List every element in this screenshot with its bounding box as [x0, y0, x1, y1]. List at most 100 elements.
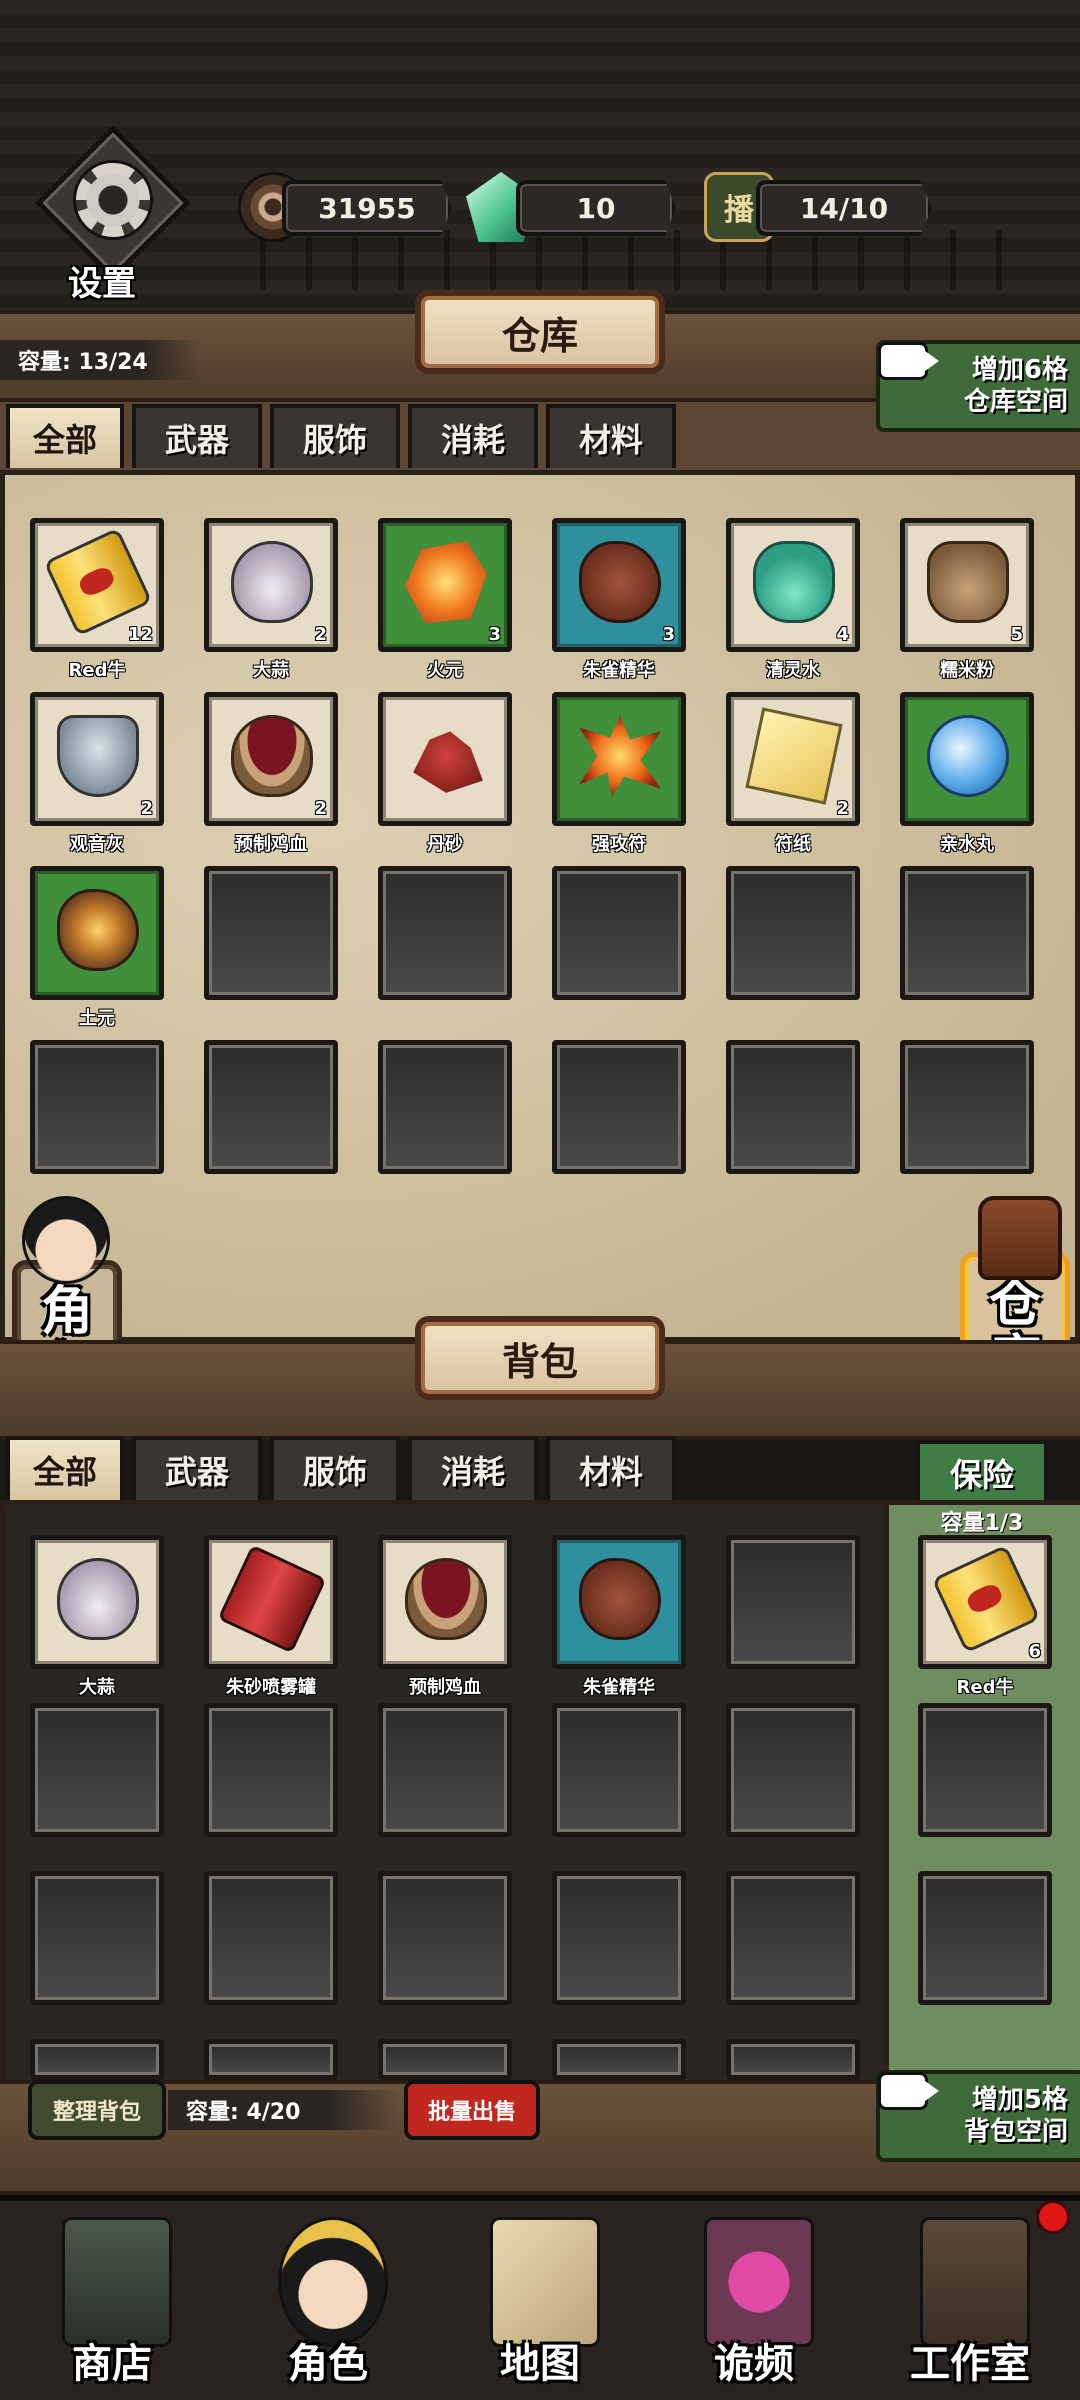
- empty-slot[interactable]: [726, 1040, 860, 1174]
- nav-character-label: 角色: [288, 2341, 368, 2387]
- nav-map[interactable]: 地图: [450, 2201, 630, 2400]
- empty-slot[interactable]: [204, 2039, 338, 2080]
- empty-slot[interactable]: [918, 1703, 1052, 1837]
- paper-icon: [745, 707, 843, 805]
- item-name: 预制鸡血: [409, 1677, 481, 1698]
- item-slot[interactable]: [204, 1535, 338, 1669]
- nav-weird-frequency-label: 诡频: [714, 2341, 794, 2387]
- empty-slot[interactable]: [204, 1871, 338, 2005]
- item-quantity: 3: [662, 624, 675, 645]
- empty-slot[interactable]: [378, 866, 512, 1000]
- batch-sell-button[interactable]: 批量出售: [404, 2080, 540, 2140]
- tab-apparel[interactable]: 服饰: [270, 404, 400, 468]
- empty-slot[interactable]: [204, 1703, 338, 1837]
- empty-slot[interactable]: [378, 1040, 512, 1174]
- item-quantity: 4: [836, 624, 849, 645]
- item-name: 朱雀精华: [583, 660, 655, 681]
- blood-bowl-icon: [405, 1558, 487, 1640]
- empty-slot[interactable]: [552, 2039, 686, 2080]
- empty-slot[interactable]: [552, 866, 686, 1000]
- tab-all[interactable]: 全部: [6, 1436, 124, 1500]
- settings-label: 设置: [68, 264, 136, 304]
- warehouse-capacity: 容量: 13/24: [0, 340, 200, 380]
- item-slot[interactable]: 4: [726, 518, 860, 652]
- item-quantity: 6: [1028, 1641, 1041, 1662]
- empty-slot[interactable]: [552, 1871, 686, 2005]
- tab-consumables[interactable]: 消耗: [408, 404, 538, 468]
- empty-slot[interactable]: [30, 1703, 164, 1837]
- item-slot[interactable]: [552, 692, 686, 826]
- nav-weird-frequency[interactable]: 诡频: [664, 2201, 844, 2400]
- tab-safe[interactable]: 保险: [916, 1440, 1048, 1502]
- nav-studio[interactable]: 工作室: [880, 2201, 1060, 2400]
- item-slot[interactable]: 2: [30, 692, 164, 826]
- item-slot[interactable]: [378, 692, 512, 826]
- walnut-icon: [579, 541, 661, 623]
- empty-slot[interactable]: [552, 1040, 686, 1174]
- item-slot[interactable]: 3: [378, 518, 512, 652]
- empty-slot[interactable]: [918, 1871, 1052, 2005]
- item-slot[interactable]: 2: [726, 692, 860, 826]
- empty-slot[interactable]: [378, 1871, 512, 2005]
- item-name: 火元: [427, 660, 463, 681]
- item-slot[interactable]: [30, 866, 164, 1000]
- blood-bowl-icon: [231, 715, 313, 797]
- tab-weapons[interactable]: 武器: [132, 1436, 262, 1500]
- nav-character[interactable]: 角色: [238, 2201, 418, 2400]
- empty-slot[interactable]: [378, 2039, 512, 2080]
- item-name: 大蒜: [79, 1677, 115, 1698]
- tab-consumables[interactable]: 消耗: [408, 1436, 538, 1500]
- empty-slot[interactable]: [726, 866, 860, 1000]
- empty-slot[interactable]: [30, 2039, 164, 2080]
- empty-slot[interactable]: [726, 1535, 860, 1669]
- warehouse-title: 仓库: [415, 290, 665, 374]
- backpack-tabs: 全部 武器 服饰 消耗 材料: [6, 1436, 676, 1500]
- empty-slot[interactable]: [378, 1703, 512, 1837]
- item-name: 土元: [79, 1008, 115, 1029]
- item-slot[interactable]: 6: [918, 1535, 1052, 1669]
- incense-urn-icon: [57, 715, 139, 797]
- nav-shop[interactable]: 商店: [22, 2201, 202, 2400]
- item-slot[interactable]: 3: [552, 518, 686, 652]
- item-slot[interactable]: 12: [30, 518, 164, 652]
- character-icon: [278, 2217, 388, 2347]
- empty-slot[interactable]: [900, 866, 1034, 1000]
- empty-slot[interactable]: [552, 1703, 686, 1837]
- tab-all[interactable]: 全部: [6, 404, 124, 468]
- empty-slot[interactable]: [204, 1040, 338, 1174]
- item-slot[interactable]: 2: [204, 692, 338, 826]
- nav-map-label: 地图: [500, 2341, 580, 2387]
- empty-slot[interactable]: [726, 1871, 860, 2005]
- item-slot[interactable]: 5: [900, 518, 1034, 652]
- empty-slot[interactable]: [726, 2039, 860, 2080]
- item-slot[interactable]: 2: [204, 518, 338, 652]
- item-name: 大蒜: [253, 660, 289, 681]
- item-name: 糯米粉: [940, 660, 994, 681]
- item-slot[interactable]: [30, 1535, 164, 1669]
- sort-backpack-button[interactable]: 整理背包: [28, 2080, 166, 2140]
- tab-materials[interactable]: 材料: [546, 404, 676, 468]
- tab-materials[interactable]: 材料: [546, 1436, 676, 1500]
- empty-slot[interactable]: [204, 866, 338, 1000]
- empty-slot[interactable]: [726, 1703, 860, 1837]
- earth-crystal-icon: [57, 889, 139, 971]
- item-slot[interactable]: [552, 1535, 686, 1669]
- item-slot[interactable]: [900, 692, 1034, 826]
- expand-warehouse-line1: 增加6格: [971, 355, 1068, 385]
- item-name: 观音灰: [70, 834, 124, 855]
- settings-button[interactable]: 设置: [28, 125, 191, 304]
- item-name: 符纸: [775, 834, 811, 855]
- item-quantity: 3: [488, 624, 501, 645]
- empty-slot[interactable]: [30, 1040, 164, 1174]
- expand-warehouse-button[interactable]: 增加6格 仓库空间: [876, 340, 1080, 432]
- empty-slot[interactable]: [30, 1871, 164, 2005]
- expand-backpack-button[interactable]: 增加5格 背包空间: [876, 2070, 1080, 2162]
- tab-apparel[interactable]: 服饰: [270, 1436, 400, 1500]
- empty-slot[interactable]: [900, 1040, 1034, 1174]
- shop-icon: [62, 2217, 172, 2347]
- item-slot[interactable]: [378, 1535, 512, 1669]
- coin-counter: 31955: [282, 180, 452, 236]
- flour-sack-icon: [927, 541, 1009, 623]
- water-orb-icon: [927, 715, 1009, 797]
- tab-weapons[interactable]: 武器: [132, 404, 262, 468]
